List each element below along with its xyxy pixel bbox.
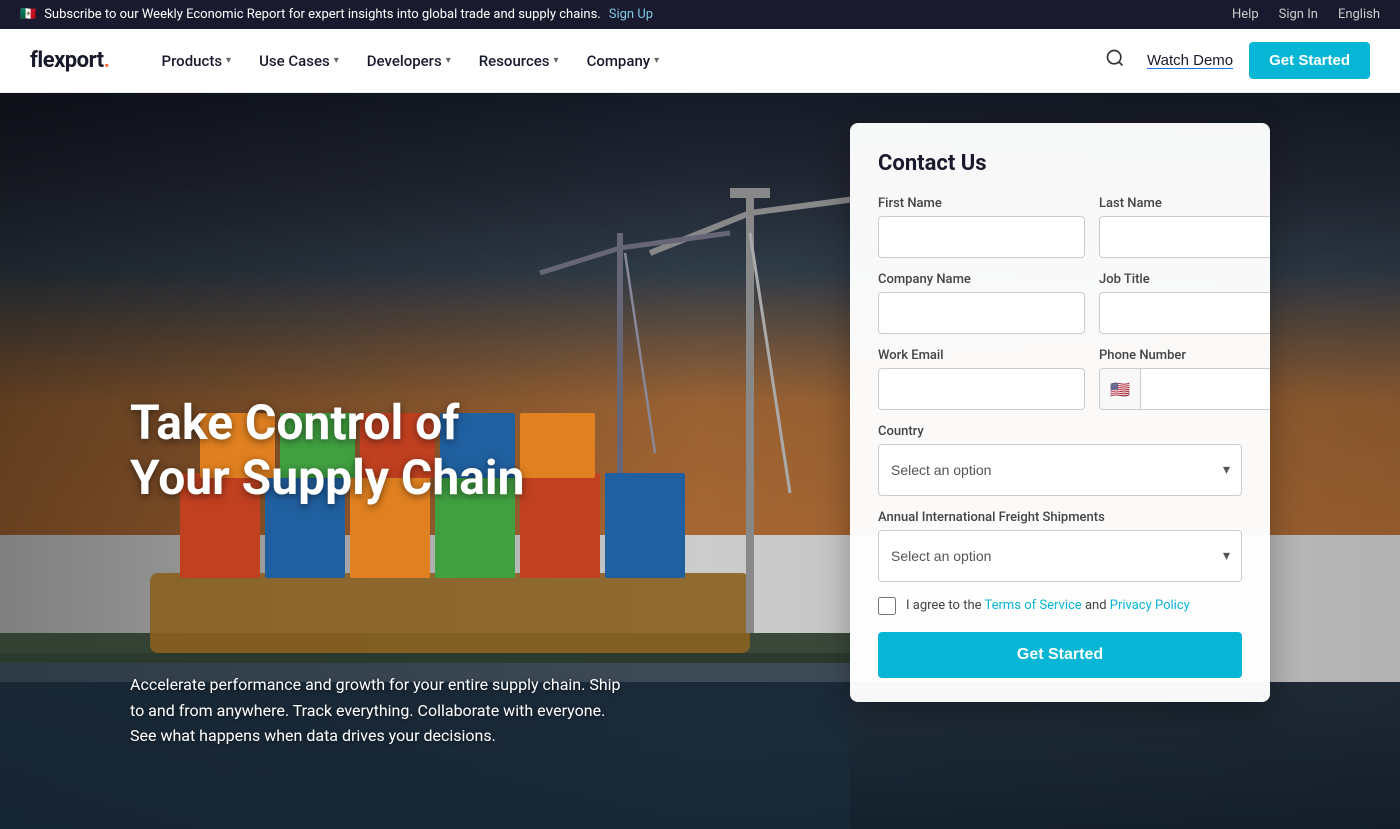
banner-message: Subscribe to our Weekly Economic Report … [44, 7, 601, 22]
privacy-policy-link[interactable]: Privacy Policy [1110, 598, 1190, 613]
first-name-input[interactable] [878, 216, 1085, 258]
shipments-select-wrapper: Select an option Less than 100 100 - 500… [878, 530, 1242, 582]
get-started-button[interactable]: Get Started [1249, 42, 1370, 79]
hero-title: Take Control of Your Supply Chain [130, 395, 525, 505]
submit-button[interactable]: Get Started [878, 632, 1242, 678]
last-name-label: Last Name [1099, 196, 1270, 211]
sign-in-link[interactable]: Sign In [1279, 7, 1318, 22]
banner-flag: 🇲🇽 [20, 7, 36, 22]
chevron-down-icon: ▾ [446, 55, 451, 66]
chevron-down-icon: ▾ [554, 55, 559, 66]
first-name-group: First Name [878, 196, 1085, 258]
phone-input[interactable] [1141, 369, 1270, 409]
watch-demo-button[interactable]: Watch Demo [1147, 52, 1233, 69]
work-email-input[interactable] [878, 368, 1085, 410]
shipments-select[interactable]: Select an option Less than 100 100 - 500… [878, 530, 1242, 582]
top-banner: 🇲🇽 Subscribe to our Weekly Economic Repo… [0, 0, 1400, 29]
agree-row: I agree to the Terms of Service and Priv… [878, 596, 1242, 616]
job-title-group: Job Title [1099, 272, 1270, 334]
phone-number-group: Phone Number 🇺🇸 [1099, 348, 1270, 410]
agree-checkbox[interactable] [878, 597, 896, 615]
nav-links: Products ▾ Use Cases ▾ Developers ▾ Reso… [150, 44, 1100, 78]
company-name-label: Company Name [878, 272, 1085, 287]
job-title-label: Job Title [1099, 272, 1270, 287]
chevron-down-icon: ▾ [654, 55, 659, 66]
work-email-label: Work Email [878, 348, 1085, 363]
country-select-wrapper: Select an option United States Canada Un… [878, 444, 1242, 496]
nav-item-resources[interactable]: Resources ▾ [467, 44, 571, 78]
shipments-label: Annual International Freight Shipments [878, 510, 1242, 525]
nav-item-use-cases[interactable]: Use Cases ▾ [247, 44, 351, 78]
phone-input-wrapper: 🇺🇸 [1099, 368, 1270, 410]
country-label: Country [878, 424, 1242, 439]
last-name-group: Last Name [1099, 196, 1270, 258]
nav-actions: Watch Demo Get Started [1099, 42, 1370, 80]
navbar: flexport. Products ▾ Use Cases ▾ Develop… [0, 29, 1400, 93]
language-selector[interactable]: English [1338, 7, 1380, 22]
phone-flag[interactable]: 🇺🇸 [1100, 369, 1141, 409]
agree-text: I agree to the Terms of Service and Priv… [906, 596, 1190, 616]
chevron-down-icon: ▾ [226, 55, 231, 66]
logo-dot: . [104, 48, 110, 73]
country-group: Country Select an option United States C… [878, 424, 1242, 496]
company-name-group: Company Name [878, 272, 1085, 334]
logo-text: flexport. [30, 48, 110, 73]
shipments-group: Annual International Freight Shipments S… [878, 510, 1242, 582]
job-title-input[interactable] [1099, 292, 1270, 334]
nav-item-developers[interactable]: Developers ▾ [355, 44, 463, 78]
hero-content: Take Control of Your Supply Chain [130, 395, 525, 505]
phone-number-label: Phone Number [1099, 348, 1270, 363]
hero-subtitle: Accelerate performance and growth for yo… [130, 672, 630, 749]
company-row: Company Name Job Title [878, 272, 1242, 334]
hero-section: Take Control of Your Supply Chain Accele… [0, 93, 1400, 829]
chevron-down-icon: ▾ [334, 55, 339, 66]
help-link[interactable]: Help [1232, 7, 1259, 22]
first-name-label: First Name [878, 196, 1085, 211]
contact-row: Work Email Phone Number 🇺🇸 [878, 348, 1242, 410]
terms-of-service-link[interactable]: Terms of Service [984, 598, 1081, 613]
logo[interactable]: flexport. [30, 48, 110, 73]
work-email-group: Work Email [878, 348, 1085, 410]
banner-signup-link[interactable]: Sign Up [609, 7, 653, 22]
search-icon [1105, 48, 1125, 68]
form-title: Contact Us [878, 151, 1242, 176]
name-row: First Name Last Name [878, 196, 1242, 258]
country-select[interactable]: Select an option United States Canada Un… [878, 444, 1242, 496]
contact-form-panel: Contact Us First Name Last Name Company … [850, 123, 1270, 702]
company-name-input[interactable] [878, 292, 1085, 334]
banner-right: Help Sign In English [1232, 7, 1380, 22]
last-name-input[interactable] [1099, 216, 1270, 258]
banner-left: 🇲🇽 Subscribe to our Weekly Economic Repo… [20, 7, 653, 22]
search-button[interactable] [1099, 42, 1131, 80]
nav-item-company[interactable]: Company ▾ [575, 44, 672, 78]
nav-item-products[interactable]: Products ▾ [150, 44, 244, 78]
